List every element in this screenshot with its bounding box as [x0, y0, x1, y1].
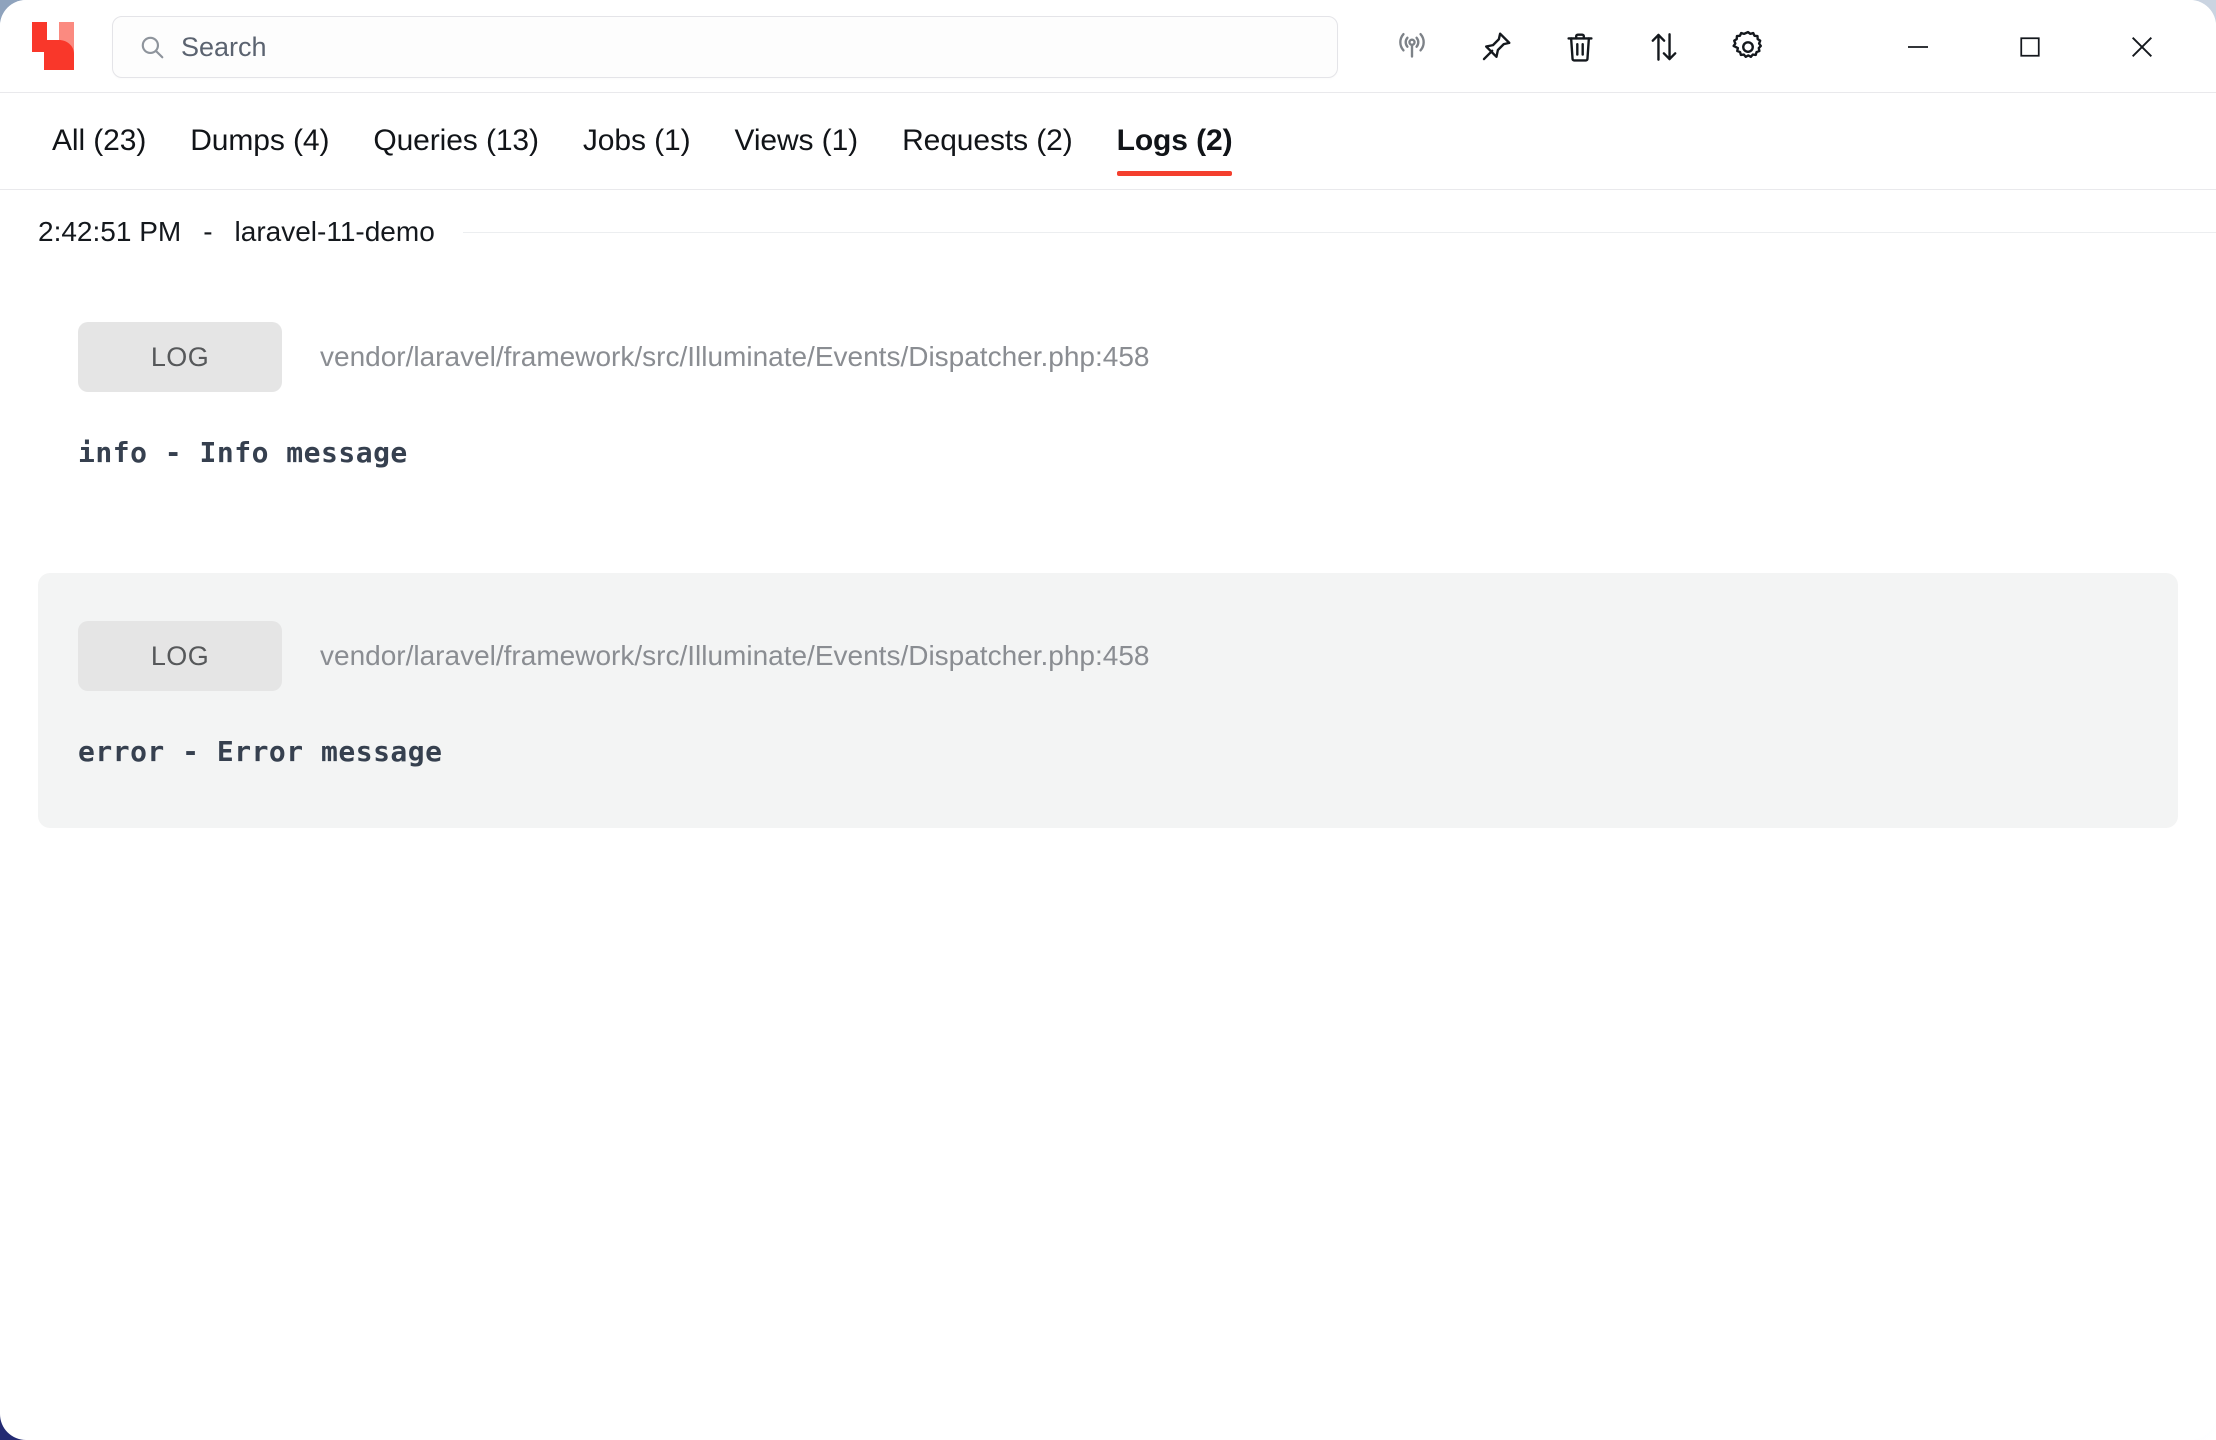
session-separator: - — [203, 216, 212, 248]
maximize-button[interactable] — [1974, 0, 2086, 93]
log-entry-list: LOG vendor/laravel/framework/src/Illumin… — [0, 274, 2216, 828]
window-controls — [1862, 0, 2198, 93]
header-tool-icons — [1370, 0, 1790, 93]
tab-logs[interactable]: Logs (2) — [1095, 93, 1255, 190]
log-entry-path[interactable]: vendor/laravel/framework/src/Illuminate/… — [320, 341, 1150, 373]
search-input[interactable] — [181, 32, 1181, 63]
minimize-button[interactable] — [1862, 0, 1974, 93]
tab-all[interactable]: All (23) — [30, 93, 168, 190]
tab-queries[interactable]: Queries (13) — [351, 93, 561, 190]
search-icon — [139, 34, 165, 60]
tab-jobs[interactable]: Jobs (1) — [561, 93, 713, 190]
trash-icon[interactable] — [1538, 0, 1622, 93]
tab-requests[interactable]: Requests (2) — [880, 93, 1095, 190]
session-divider — [463, 232, 2216, 233]
herd-logo-icon — [32, 22, 74, 70]
session-app-name: laravel-11-demo — [235, 216, 435, 248]
entry-spacer — [0, 529, 2216, 573]
session-header: 2:42:51 PM - laravel-11-demo — [0, 190, 2216, 274]
log-entry-header: LOG vendor/laravel/framework/src/Illumin… — [78, 621, 2178, 691]
session-timestamp: 2:42:51 PM — [38, 216, 181, 248]
app-window: All (23) Dumps (4) Queries (13) Jobs (1)… — [0, 0, 2216, 1440]
pin-icon[interactable] — [1454, 0, 1538, 93]
tab-bar: All (23) Dumps (4) Queries (13) Jobs (1)… — [0, 93, 2216, 190]
log-entry-path[interactable]: vendor/laravel/framework/src/Illuminate/… — [320, 640, 1150, 672]
log-entry-message: error - Error message — [78, 735, 2178, 768]
status-badge: LOG — [78, 621, 282, 691]
log-entry[interactable]: LOG vendor/laravel/framework/src/Illumin… — [38, 573, 2178, 828]
tab-dumps[interactable]: Dumps (4) — [168, 93, 351, 190]
status-badge: LOG — [78, 322, 282, 392]
broadcast-icon[interactable] — [1370, 0, 1454, 93]
sort-icon[interactable] — [1622, 0, 1706, 93]
log-entry-message: info - Info message — [78, 436, 2178, 469]
gear-icon[interactable] — [1706, 0, 1790, 93]
app-header — [0, 0, 2216, 93]
tab-views[interactable]: Views (1) — [712, 93, 880, 190]
close-button[interactable] — [2086, 0, 2198, 93]
search-bar[interactable] — [112, 16, 1338, 78]
log-entry[interactable]: LOG vendor/laravel/framework/src/Illumin… — [38, 274, 2178, 529]
log-entry-header: LOG vendor/laravel/framework/src/Illumin… — [78, 322, 2178, 392]
